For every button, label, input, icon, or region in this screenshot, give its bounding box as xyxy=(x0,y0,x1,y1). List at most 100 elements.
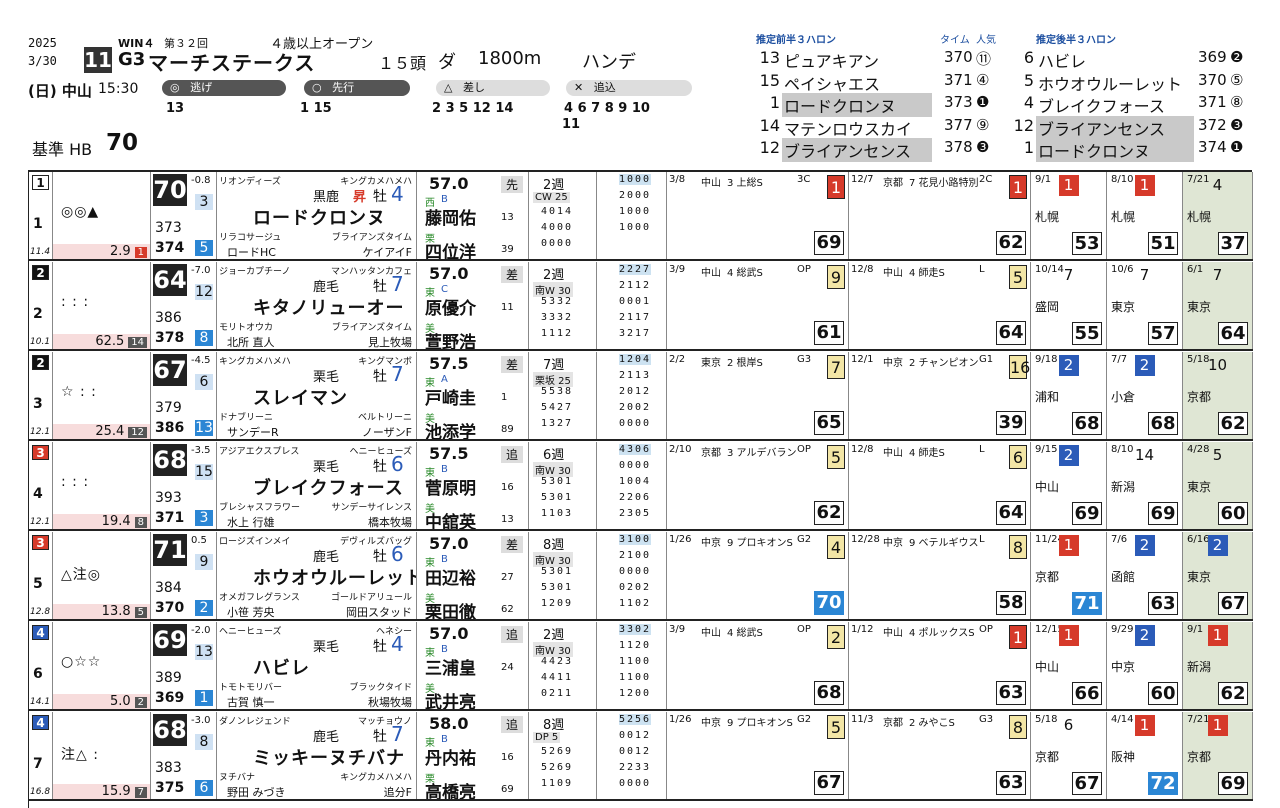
index-a: 6 xyxy=(195,374,213,390)
back3f-name: ブレイクフォース xyxy=(1038,97,1165,116)
sire: ダノンレジェンド xyxy=(219,717,291,727)
marks-cell: : : : 62.5 14 xyxy=(53,262,151,349)
recent-race-cell: 8/10 14 新潟 69 xyxy=(1107,442,1183,529)
damsire: ブラックタイド xyxy=(349,683,412,693)
recent-rank: 4 xyxy=(1212,176,1223,194)
age: 7 xyxy=(391,272,404,296)
record-cell: 4306 0000 1004 2206 2305 xyxy=(597,442,667,529)
owner: 水上 行雄 xyxy=(227,516,275,529)
odds-value: 25.4 xyxy=(95,424,125,439)
recent-race-cell: 5/18 6 京都 67 xyxy=(1031,712,1107,799)
distance: 1800m xyxy=(478,48,542,69)
record-figure: 3100 xyxy=(619,534,652,545)
prev-figure: 63 xyxy=(996,771,1026,795)
owner: ロードHC xyxy=(227,246,276,259)
horse-name: キタノリューオー xyxy=(253,298,405,319)
prev-venue: 中京 xyxy=(883,538,903,549)
recent-place: 札幌 xyxy=(1187,210,1212,224)
speed-index: 67 xyxy=(153,354,187,386)
sex: 牡 xyxy=(373,729,387,745)
odds-value: 13.8 xyxy=(101,604,131,619)
index-b: 5 xyxy=(195,240,213,256)
speed-index: 68 xyxy=(153,714,187,746)
carried-weight: 57.0 xyxy=(429,174,469,193)
index-diff: -0.8 xyxy=(191,175,211,186)
dam: ブレシャスフラワー xyxy=(219,503,301,513)
index-diff: 0.5 xyxy=(191,535,207,546)
prev-rank: 6 xyxy=(1009,445,1027,469)
back3f-time: 369 xyxy=(1198,48,1227,66)
pace-nige-pill: ◎ 逃げ xyxy=(162,80,286,96)
front3f-title: 推定前半３ハロン xyxy=(756,35,836,46)
prev-venue: 中山 xyxy=(883,268,903,279)
horse-number: 6 xyxy=(33,666,43,682)
index-weight: 11.4 xyxy=(30,247,51,257)
prev-figure: 58 xyxy=(996,591,1026,615)
back3f-pop: ❶ xyxy=(1230,138,1244,156)
odds-value: 15.9 xyxy=(101,784,131,799)
index-a: 3 xyxy=(195,194,213,210)
training-cell: 2週 南W 30 4423 4411 0211 xyxy=(529,622,597,709)
recent-race-cell: 10/6 7 東京 57 xyxy=(1107,262,1183,349)
table-row: 4 6 14.1 ○☆☆ 5.0 2 69 -2.0 389 369 13 1 ヘニーヒューズ ヘネシー栗… xyxy=(29,622,1253,711)
train-figure: 4411 xyxy=(541,672,574,683)
carried-weight: 58.0 xyxy=(429,714,469,733)
recent-race-cell: 7/21 1 京都 69 xyxy=(1183,712,1253,799)
record-cell: 5256 0012 0012 2233 0000 xyxy=(597,712,667,799)
prev-date: 1/26 xyxy=(669,714,692,725)
prev-class: 2 根岸S xyxy=(727,358,763,369)
train-figure: 4000 xyxy=(541,222,574,233)
training-cell: 8週 南W 30 5301 5301 1209 xyxy=(529,532,597,619)
horse-number: 1 xyxy=(33,216,43,232)
index-a: 15 xyxy=(195,464,213,480)
owner: 小笹 芳央 xyxy=(227,606,275,619)
front3f-no: 1 xyxy=(769,93,780,112)
prev-class: 3 アルデバラン xyxy=(727,448,797,459)
coat-color: 黒鹿 xyxy=(313,190,340,205)
prev-race-cell: 3/9 中山 4 総武S OP 2 68 xyxy=(667,622,849,709)
record-figure: 0001 xyxy=(619,296,652,307)
popularity-badge: 7 xyxy=(134,787,147,798)
index-1: 379 xyxy=(155,400,182,416)
horse-name: ミッキーヌチバナ xyxy=(253,748,405,769)
recent-date: 10/6 xyxy=(1111,264,1134,275)
recent-date: 6/16 xyxy=(1187,534,1210,545)
train-figure: 1109 xyxy=(541,778,574,789)
speed-index: 71 xyxy=(153,534,187,566)
record-figure: 0202 xyxy=(619,582,652,593)
recent-figure: 60 xyxy=(1218,502,1248,525)
record-figure: 2227 xyxy=(619,264,652,275)
recent-date: 6/1 xyxy=(1187,264,1204,275)
odds-bar: 13.8 5 xyxy=(53,604,150,619)
index-cell: 71 0.5 384 370 9 2 xyxy=(151,532,217,619)
train-figure: 1103 xyxy=(541,508,574,519)
index-b: 13 xyxy=(195,420,213,436)
prev-grade: OP xyxy=(797,264,811,275)
back3f-pop: ⑤ xyxy=(1230,70,1244,89)
index-weight: 14.1 xyxy=(30,697,51,707)
recent-figure: 64 xyxy=(1218,322,1248,345)
coat-color: 栗毛 xyxy=(313,370,340,385)
recent-figure: 62 xyxy=(1218,412,1248,435)
jockey-cell: 57.5 差東 A 戸崎圭 1 美池添学 89 xyxy=(417,352,529,439)
prev-class: 9 プロキオンS xyxy=(727,538,793,549)
back3f-no: 4 xyxy=(1023,93,1034,112)
record-figure: 4306 xyxy=(619,444,652,455)
gate-badge: 4 xyxy=(32,625,49,640)
recent-place: 中山 xyxy=(1035,660,1060,674)
weeks: 8週 xyxy=(543,538,565,553)
recent-rank: 2 xyxy=(1058,355,1079,376)
back3f-no: 1 xyxy=(1023,138,1034,157)
weight-rule: ハンデ xyxy=(582,52,636,73)
number-cell: 4 7 16.8 xyxy=(29,712,53,799)
pace-senko-horses: 1 15 xyxy=(300,101,332,116)
recent-place: 東京 xyxy=(1187,300,1212,314)
breeder: 岡田スタッド xyxy=(346,606,412,619)
prev-class: 2 チャンピオン xyxy=(909,358,979,369)
recent-figure: 57 xyxy=(1148,322,1178,345)
speed-index: 70 xyxy=(153,174,187,206)
prev-figure: 70 xyxy=(814,591,844,615)
prev-figure: 69 xyxy=(814,231,844,255)
senko-icon: ○ xyxy=(312,81,322,94)
trainer-rank: 39 xyxy=(501,244,514,255)
